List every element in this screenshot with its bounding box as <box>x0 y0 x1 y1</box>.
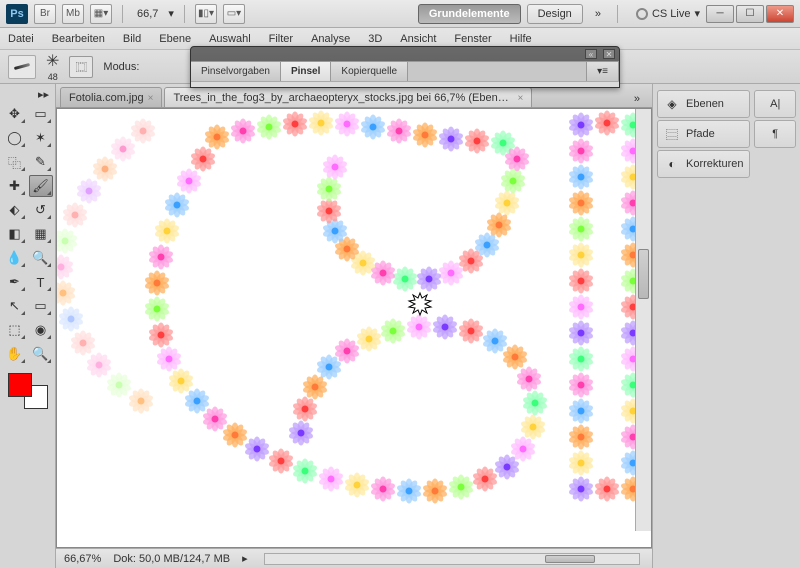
panel-ebenen[interactable]: ◈Ebenen <box>657 90 750 118</box>
hand-tool[interactable]: ✋ <box>3 343 27 365</box>
cslive-button[interactable]: CS Live▾ <box>636 7 700 20</box>
menu-ansicht[interactable]: Ansicht <box>400 33 436 45</box>
blur-tool[interactable]: 💧 <box>3 247 27 269</box>
tab-pinsel[interactable]: Pinsel <box>281 62 331 81</box>
workspace-more[interactable]: » <box>589 8 607 20</box>
healing-tool[interactable]: ✚ <box>3 175 27 197</box>
paths-icon: ⿳ <box>664 126 680 142</box>
horizontal-scrollbar[interactable] <box>264 553 640 565</box>
layers-icon: ◈ <box>664 96 680 112</box>
panel-menu-icon[interactable]: ▾≡ <box>586 62 619 81</box>
marquee-tool[interactable]: ▭ <box>29 103 53 125</box>
tab-kopierquelle[interactable]: Kopierquelle <box>331 62 408 81</box>
doc-tabs-more[interactable]: » <box>626 91 648 107</box>
panel-character[interactable]: A| <box>754 90 796 118</box>
status-doc-info[interactable]: Dok: 50,0 MB/124,7 MB <box>113 553 230 565</box>
menu-bearbeiten[interactable]: Bearbeiten <box>52 33 105 45</box>
brush-floating-panel[interactable]: « ✕ Pinselvorgaben Pinsel Kopierquelle ▾… <box>190 46 620 88</box>
status-zoom[interactable]: 66,67% <box>64 553 101 565</box>
canvas-area[interactable] <box>56 108 652 548</box>
app-logo: Ps <box>6 4 28 24</box>
arrange-button[interactable]: ▮▯▾ <box>195 4 217 24</box>
path-select-tool[interactable]: ↖ <box>3 295 27 317</box>
view-extras-button[interactable]: ▦▾ <box>90 4 112 24</box>
brush-preset-picker[interactable]: ✳ 48 <box>46 51 59 82</box>
foreground-color[interactable] <box>8 373 32 397</box>
color-swatches[interactable] <box>8 373 48 409</box>
status-bar: 66,67% Dok: 50,0 MB/124,7 MB ▸ <box>56 548 652 568</box>
menu-ebene[interactable]: Ebene <box>159 33 191 45</box>
stamp-tool[interactable]: ⬖ <box>3 199 27 221</box>
eyedropper-tool[interactable]: ✎ <box>29 151 53 173</box>
tool-preset-picker[interactable] <box>8 55 36 79</box>
panel-close-icon[interactable]: ✕ <box>603 49 615 59</box>
close-icon[interactable]: × <box>148 93 154 104</box>
menu-3d[interactable]: 3D <box>368 33 382 45</box>
toolbox-collapse[interactable]: ▸▸ <box>2 88 53 101</box>
window-maximize[interactable]: ☐ <box>736 5 764 23</box>
brush-icon <box>14 63 30 70</box>
modus-label: Modus: <box>103 61 139 73</box>
menu-fenster[interactable]: Fenster <box>454 33 491 45</box>
crop-tool[interactable]: ⿻ <box>3 151 27 173</box>
menu-bild[interactable]: Bild <box>123 33 141 45</box>
pen-tool[interactable]: ✒ <box>3 271 27 293</box>
minibridge-button[interactable]: Mb <box>62 4 84 24</box>
eraser-tool[interactable]: ◧ <box>3 223 27 245</box>
type-tool[interactable]: T <box>29 271 53 293</box>
tab-pinselvorgaben[interactable]: Pinselvorgaben <box>191 62 281 81</box>
gradient-tool[interactable]: ▦ <box>29 223 53 245</box>
doc-tab-1[interactable]: Fotolia.com.jpg× <box>60 87 162 107</box>
brush-tool[interactable]: 🖌 <box>29 175 53 197</box>
window-minimize[interactable]: ─ <box>706 5 734 23</box>
workspace-grundelemente[interactable]: Grundelemente <box>418 4 521 24</box>
cslive-icon <box>636 8 648 20</box>
menu-analyse[interactable]: Analyse <box>311 33 350 45</box>
menu-auswahl[interactable]: Auswahl <box>209 33 251 45</box>
brush-tip-icon: ✳ <box>46 51 59 71</box>
panel-collapse-icon[interactable]: « <box>585 49 597 59</box>
screenmode-button[interactable]: ▭▾ <box>223 4 245 24</box>
move-tool[interactable]: ✥ <box>3 103 27 125</box>
menu-datei[interactable]: Datei <box>8 33 34 45</box>
panel-korrekturen[interactable]: ◐Korrekturen <box>657 150 750 178</box>
toolbox: ▸▸ ✥ ▭ ◯ ✶ ⿻ ✎ ✚ 🖌 ⬖ ↺ ◧ ▦ 💧 🔍 ✒ T ↖ ▭ ⬚… <box>0 84 56 568</box>
zoom-value[interactable]: 66,7 <box>133 8 162 20</box>
zoom-tool[interactable]: 🔍 <box>29 343 53 365</box>
close-icon[interactable]: × <box>517 93 523 104</box>
shape-tool[interactable]: ▭ <box>29 295 53 317</box>
3d-tool[interactable]: ⬚ <box>3 319 27 341</box>
panel-paragraph[interactable]: ¶ <box>754 120 796 148</box>
right-panels: ◈Ebenen ⿳Pfade ◐Korrekturen A| ¶ <box>652 84 800 568</box>
quick-select-tool[interactable]: ✶ <box>29 127 53 149</box>
adjustments-icon: ◐ <box>664 156 680 172</box>
lasso-tool[interactable]: ◯ <box>3 127 27 149</box>
brush-size: 48 <box>48 72 58 82</box>
3d-camera-tool[interactable]: ◉ <box>29 319 53 341</box>
brush-panel-toggle[interactable]: ⿴ <box>69 56 93 78</box>
window-close[interactable]: ✕ <box>766 5 794 23</box>
workspace-design[interactable]: Design <box>527 4 583 24</box>
history-brush-tool[interactable]: ↺ <box>29 199 53 221</box>
title-bar: Ps Br Mb ▦▾ 66,7▾ ▮▯▾ ▭▾ Grundelemente D… <box>0 0 800 28</box>
panel-pfade[interactable]: ⿳Pfade <box>657 120 750 148</box>
dodge-tool[interactable]: 🔍 <box>29 247 53 269</box>
doc-tab-2[interactable]: Trees_in_the_fog3_by_archaeopteryx_stock… <box>164 87 532 107</box>
menu-hilfe[interactable]: Hilfe <box>510 33 532 45</box>
bridge-button[interactable]: Br <box>34 4 56 24</box>
vertical-scrollbar[interactable] <box>635 109 651 531</box>
menu-filter[interactable]: Filter <box>269 33 293 45</box>
